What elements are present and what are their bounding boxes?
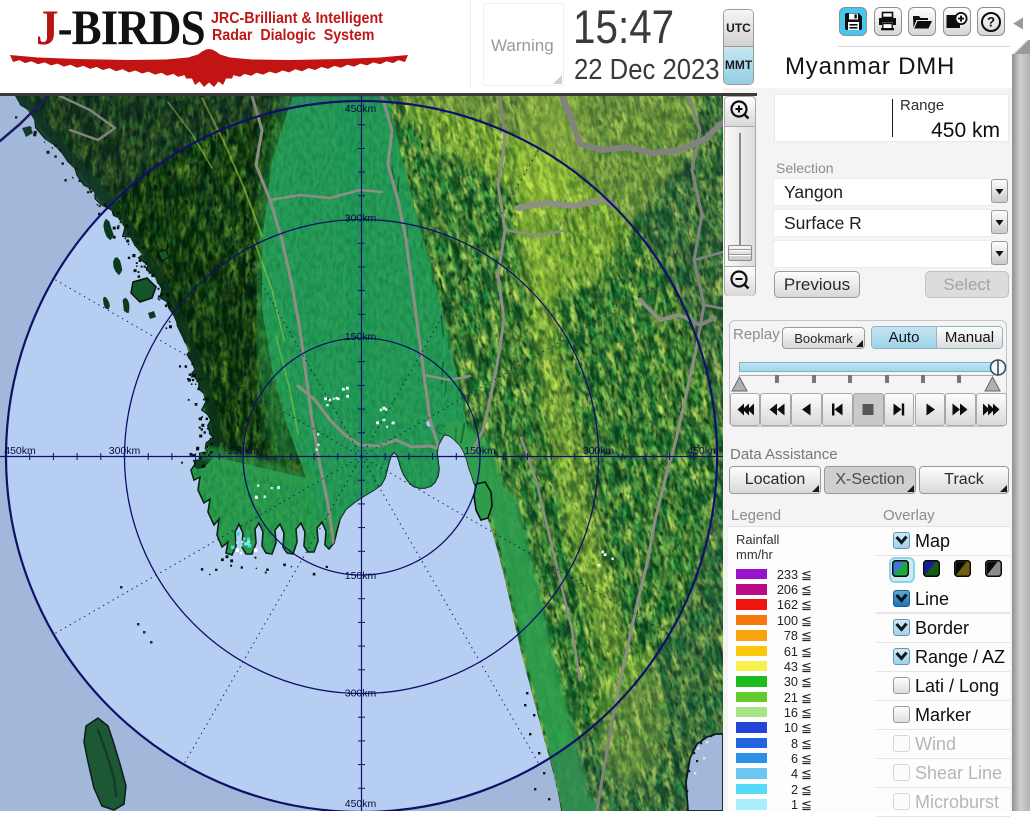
svg-text:150km: 150km [345, 570, 377, 582]
svg-text:450km: 450km [345, 103, 377, 115]
svg-text:?: ? [987, 14, 995, 29]
svg-text:300km: 300km [345, 213, 377, 225]
svg-text:450km: 450km [345, 798, 377, 810]
svg-text:150km: 150km [345, 331, 377, 343]
svg-text:450km: 450km [4, 445, 36, 457]
svg-text:450km: 450km [687, 445, 719, 457]
svg-text:300km: 300km [583, 445, 615, 457]
svg-text:300km: 300km [345, 688, 377, 700]
svg-text:150km: 150km [464, 445, 496, 457]
svg-text:150km: 150km [227, 445, 259, 457]
svg-text:300km: 300km [109, 445, 141, 457]
